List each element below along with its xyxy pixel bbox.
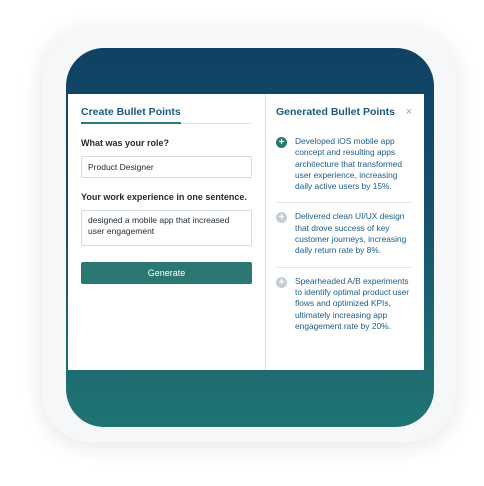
close-icon[interactable]: ×	[406, 107, 412, 118]
experience-label: Your work experience in one sentence.	[81, 192, 247, 202]
bullet-item[interactable]: + Delivered clean UI/UX design that drov…	[276, 203, 412, 268]
generated-title: Generated Bullet Points	[276, 106, 396, 118]
bullet-item[interactable]: + Spearheaded A/B experiments to identif…	[276, 268, 412, 342]
role-label: What was your role?	[81, 138, 170, 148]
generated-bullet-points-section: Generated Bullet Points × + Developed iO…	[266, 94, 424, 370]
bullet-text: Spearheaded A/B experiments to identify …	[295, 275, 410, 331]
app-frame: Create Bullet Points What was your role?…	[66, 48, 434, 427]
plus-icon[interactable]: +	[276, 137, 287, 148]
bullet-list: + Developed iOS mobile app concept and r…	[276, 128, 412, 342]
bullet-text: Developed iOS mobile app concept and res…	[295, 136, 403, 192]
role-input[interactable]: Product Designer	[81, 156, 252, 178]
plus-icon[interactable]: +	[276, 212, 287, 224]
bullet-generator-panel: Create Bullet Points What was your role?…	[68, 94, 424, 370]
bullet-text: Delivered clean UI/UX design that drove …	[295, 211, 407, 256]
tab-create-bullet-points[interactable]: Create Bullet Points	[81, 106, 181, 124]
generated-header: Generated Bullet Points ×	[276, 106, 412, 118]
experience-input[interactable]: designed a mobile app that increased use…	[81, 210, 252, 246]
bullet-item[interactable]: + Developed iOS mobile app concept and r…	[276, 128, 412, 204]
create-bullet-points-section: Create Bullet Points What was your role?…	[68, 94, 266, 370]
generate-button[interactable]: Generate	[81, 262, 252, 284]
plus-icon[interactable]: +	[276, 276, 287, 288]
